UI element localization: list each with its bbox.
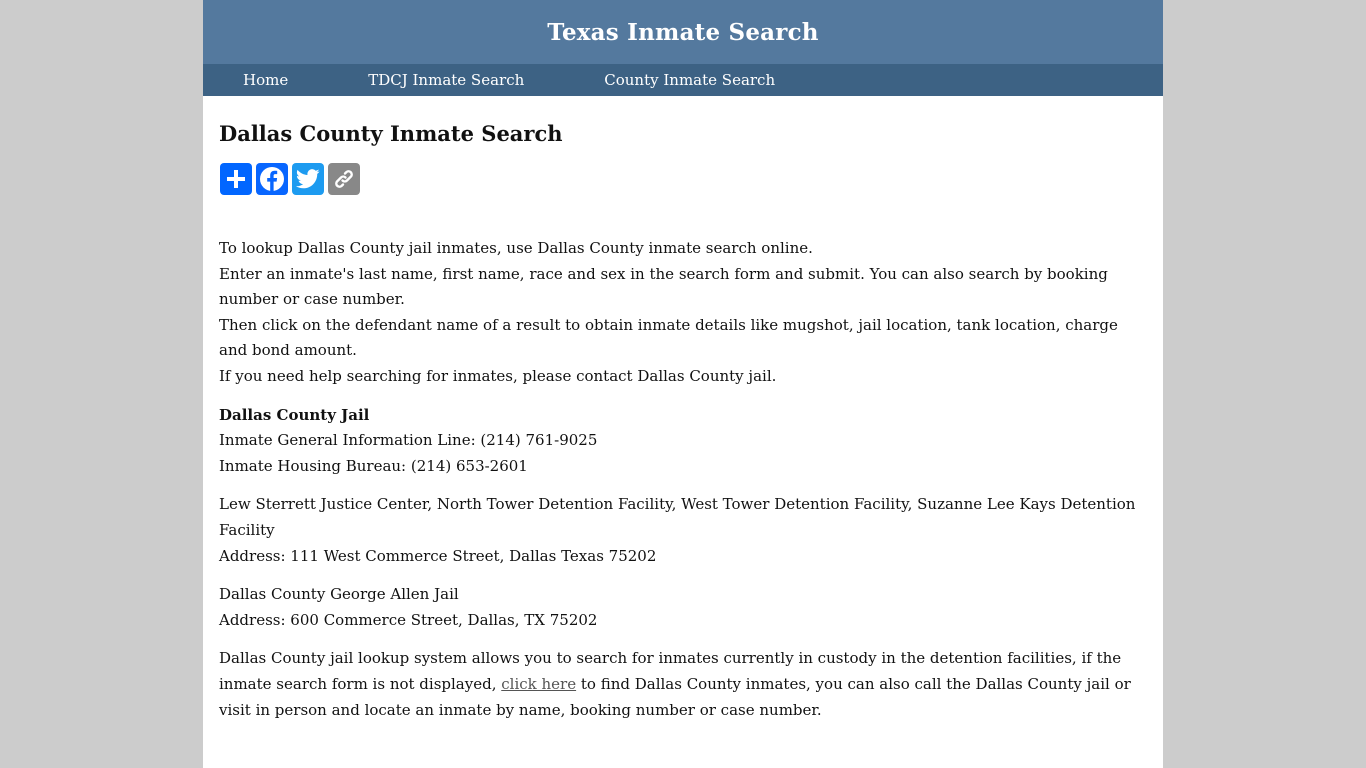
- page-title: Dallas County Inmate Search: [219, 121, 563, 146]
- facebook-share-button[interactable]: [256, 163, 288, 195]
- main-nav: Home TDCJ Inmate Search County Inmate Se…: [203, 64, 1163, 96]
- facebook-icon: [260, 167, 284, 191]
- click-here-link[interactable]: click here: [501, 675, 576, 693]
- info-line-phone: Inmate General Information Line: (214) 7…: [219, 431, 598, 450]
- facility-name: Dallas County George Allen Jail: [219, 585, 459, 604]
- site-title[interactable]: Texas Inmate Search: [547, 19, 818, 46]
- intro-line: To lookup Dallas County jail inmates, us…: [219, 239, 813, 257]
- add-share-button[interactable]: [220, 163, 252, 195]
- site-header: Texas Inmate Search: [203, 0, 1163, 64]
- twitter-icon: [296, 169, 320, 189]
- intro-line: If you need help searching for inmates, …: [219, 366, 777, 385]
- intro-line: Then click on the defendant name of a re…: [219, 315, 1118, 360]
- copy-link-button[interactable]: [328, 163, 360, 195]
- page-container: Texas Inmate Search Home TDCJ Inmate Sea…: [203, 0, 1163, 768]
- intro-line: Enter an inmate's last name, first name,…: [219, 264, 1108, 309]
- intro-text: To lookup Dallas County jail inmates, us…: [219, 236, 1147, 390]
- facility-block-2: Dallas County George Allen Jail Address:…: [219, 582, 1147, 633]
- facility-name: Lew Sterrett Justice Center, North Tower…: [219, 495, 1136, 539]
- share-buttons: [220, 163, 1147, 195]
- nav-tdcj-inmate-search[interactable]: TDCJ Inmate Search: [368, 71, 524, 89]
- closing-text: Dallas County jail lookup system allows …: [219, 646, 1147, 723]
- facility-address: Address: 111 West Commerce Street, Dalla…: [219, 546, 657, 565]
- jail-contact-block: Dallas County Jail Inmate General Inform…: [219, 403, 1147, 480]
- copy-link-icon: [335, 170, 353, 188]
- main-content: Dallas County Inmate Search To lookup Da…: [203, 121, 1163, 723]
- add-share-icon: [227, 170, 245, 188]
- housing-bureau-phone: Inmate Housing Bureau: (214) 653-2601: [219, 456, 528, 475]
- jail-name: Dallas County Jail: [219, 405, 370, 424]
- closing-paragraph: Dallas County jail lookup system allows …: [219, 646, 1147, 723]
- facility-block-1: Lew Sterrett Justice Center, North Tower…: [219, 492, 1147, 569]
- facility-address: Address: 600 Commerce Street, Dallas, TX…: [219, 610, 598, 629]
- nav-home[interactable]: Home: [243, 71, 288, 89]
- twitter-share-button[interactable]: [292, 163, 324, 195]
- nav-county-inmate-search[interactable]: County Inmate Search: [604, 71, 775, 89]
